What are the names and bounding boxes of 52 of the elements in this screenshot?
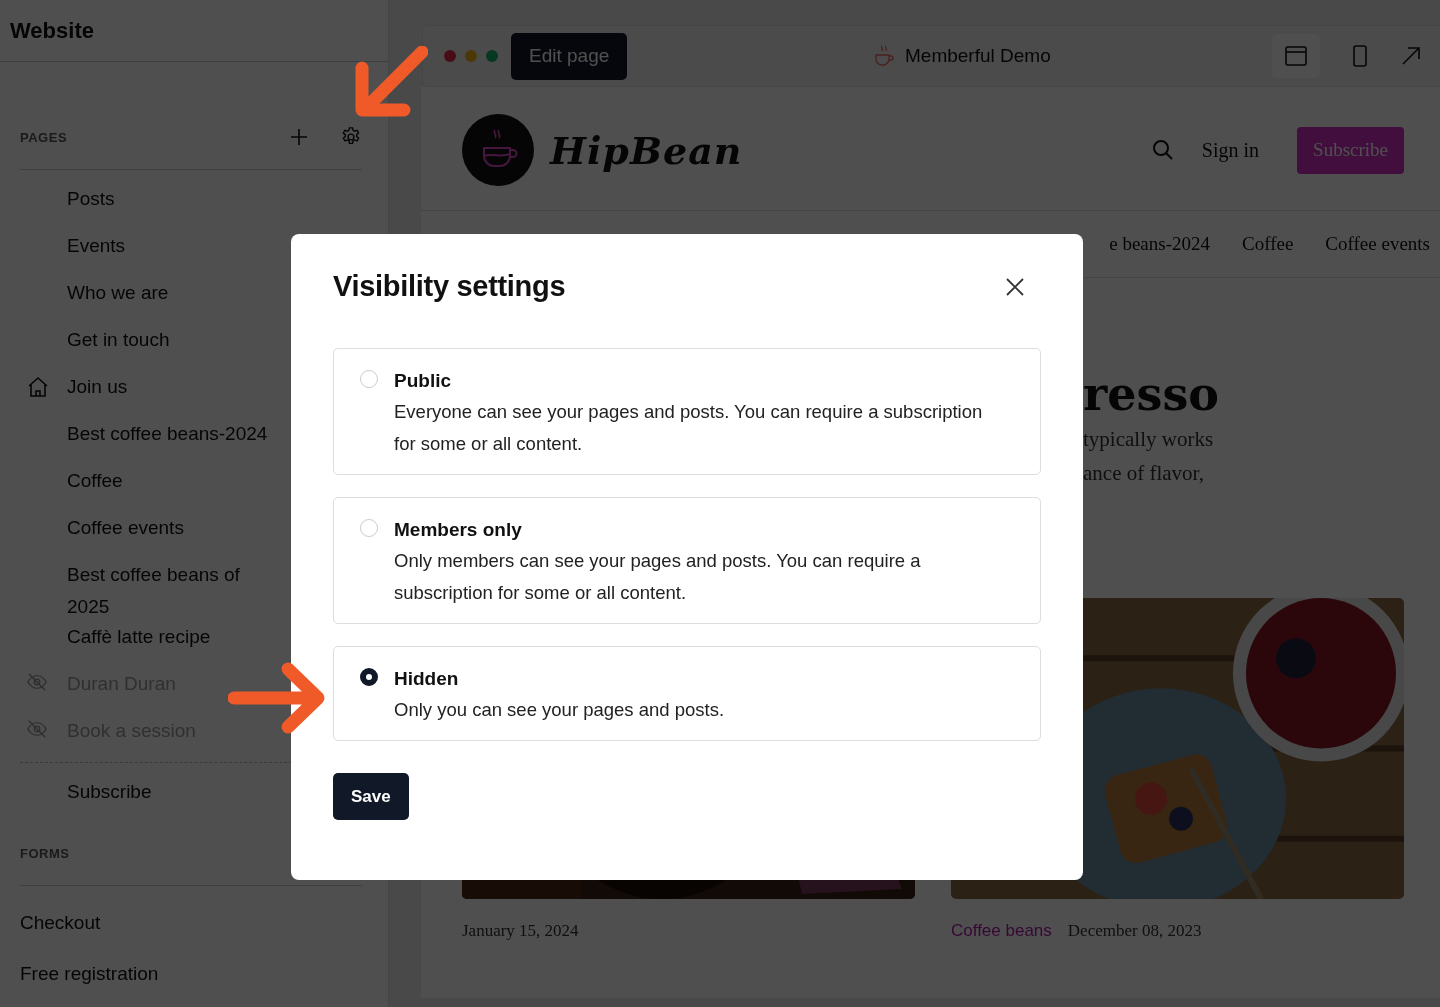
- page-item[interactable]: Best coffee beans-2024: [67, 418, 268, 450]
- page-item[interactable]: Who we are: [67, 277, 169, 309]
- site-title: Memberful Demo: [905, 45, 1051, 67]
- post-date: December 08, 2023: [1067, 921, 1202, 941]
- option-title: Members only: [394, 518, 523, 542]
- add-icon[interactable]: [290, 128, 308, 146]
- page-item[interactable]: Caffè latte recipe: [67, 621, 211, 653]
- search-icon[interactable]: [1151, 139, 1174, 161]
- dialog-title: Visibility settings: [333, 270, 566, 303]
- external-link-icon[interactable]: [1400, 45, 1422, 67]
- page-item[interactable]: Coffee events: [67, 512, 184, 544]
- sign-in-link[interactable]: Sign in: [1201, 138, 1260, 162]
- option-card[interactable]: Members only Only members can see your pages and posts. You can require a subscription for some or all content.: [333, 497, 1041, 624]
- option-card[interactable]: Hidden Only you can see your pages and posts.: [333, 646, 1041, 741]
- nav-link[interactable]: Coffee: [1242, 233, 1294, 255]
- page-item[interactable]: Join us: [67, 371, 128, 403]
- desktop-view-icon[interactable]: [1284, 45, 1308, 67]
- close-icon[interactable]: [1005, 276, 1025, 297]
- mobile-view-icon[interactable]: [1352, 44, 1368, 68]
- coffee-cup-icon: [873, 44, 895, 68]
- edit-page-button[interactable]: Edit page: [511, 32, 628, 80]
- hero-text: typically works: [1083, 426, 1215, 453]
- hero-title: resso: [1083, 366, 1220, 422]
- subscribe-button[interactable]: Subscribe: [1297, 126, 1404, 174]
- hero-text: ance of flavor,: [1083, 460, 1205, 487]
- page-item[interactable]: Posts: [67, 183, 115, 215]
- page-item[interactable]: Events: [67, 230, 126, 262]
- page-item[interactable]: Best coffee beans of 2025: [67, 559, 282, 623]
- save-button[interactable]: Save: [333, 773, 409, 820]
- eye-slash-icon: [26, 672, 48, 692]
- option-description: Everyone can see your pages and posts. You can require a subscription for some or all content.: [394, 400, 984, 456]
- logo-text: HipBean: [550, 127, 743, 173]
- eye-slash-icon: [26, 719, 48, 739]
- page-item[interactable]: Coffee: [67, 465, 123, 497]
- page-item[interactable]: Get in touch: [67, 324, 170, 356]
- post-date: January 15, 2024: [462, 921, 579, 941]
- logo-icon: [462, 114, 534, 186]
- sidebar-title: Website: [10, 17, 94, 44]
- form-item[interactable]: Free registration: [20, 961, 368, 987]
- nav-link[interactable]: e beans-2024: [1109, 233, 1210, 255]
- option-title: Public: [394, 369, 452, 393]
- page-item[interactable]: Subscribe: [67, 776, 152, 808]
- option-description: Only you can see your pages and posts.: [394, 698, 726, 722]
- option-card[interactable]: Public Everyone can see your pages and posts. You can require a subscription for some or all content.: [333, 348, 1041, 475]
- option-description: Only members can see your pages and posts. You can require a subscription for some or all content.: [394, 549, 922, 605]
- form-item[interactable]: Checkout: [20, 910, 368, 936]
- home-icon: [26, 375, 50, 399]
- option-title: Hidden: [394, 667, 460, 691]
- window-controls-icon[interactable]: [443, 49, 499, 63]
- radio-button[interactable]: [360, 668, 378, 686]
- post-category[interactable]: Coffee beans: [951, 921, 1052, 941]
- nav-link[interactable]: Coffee events: [1325, 233, 1430, 255]
